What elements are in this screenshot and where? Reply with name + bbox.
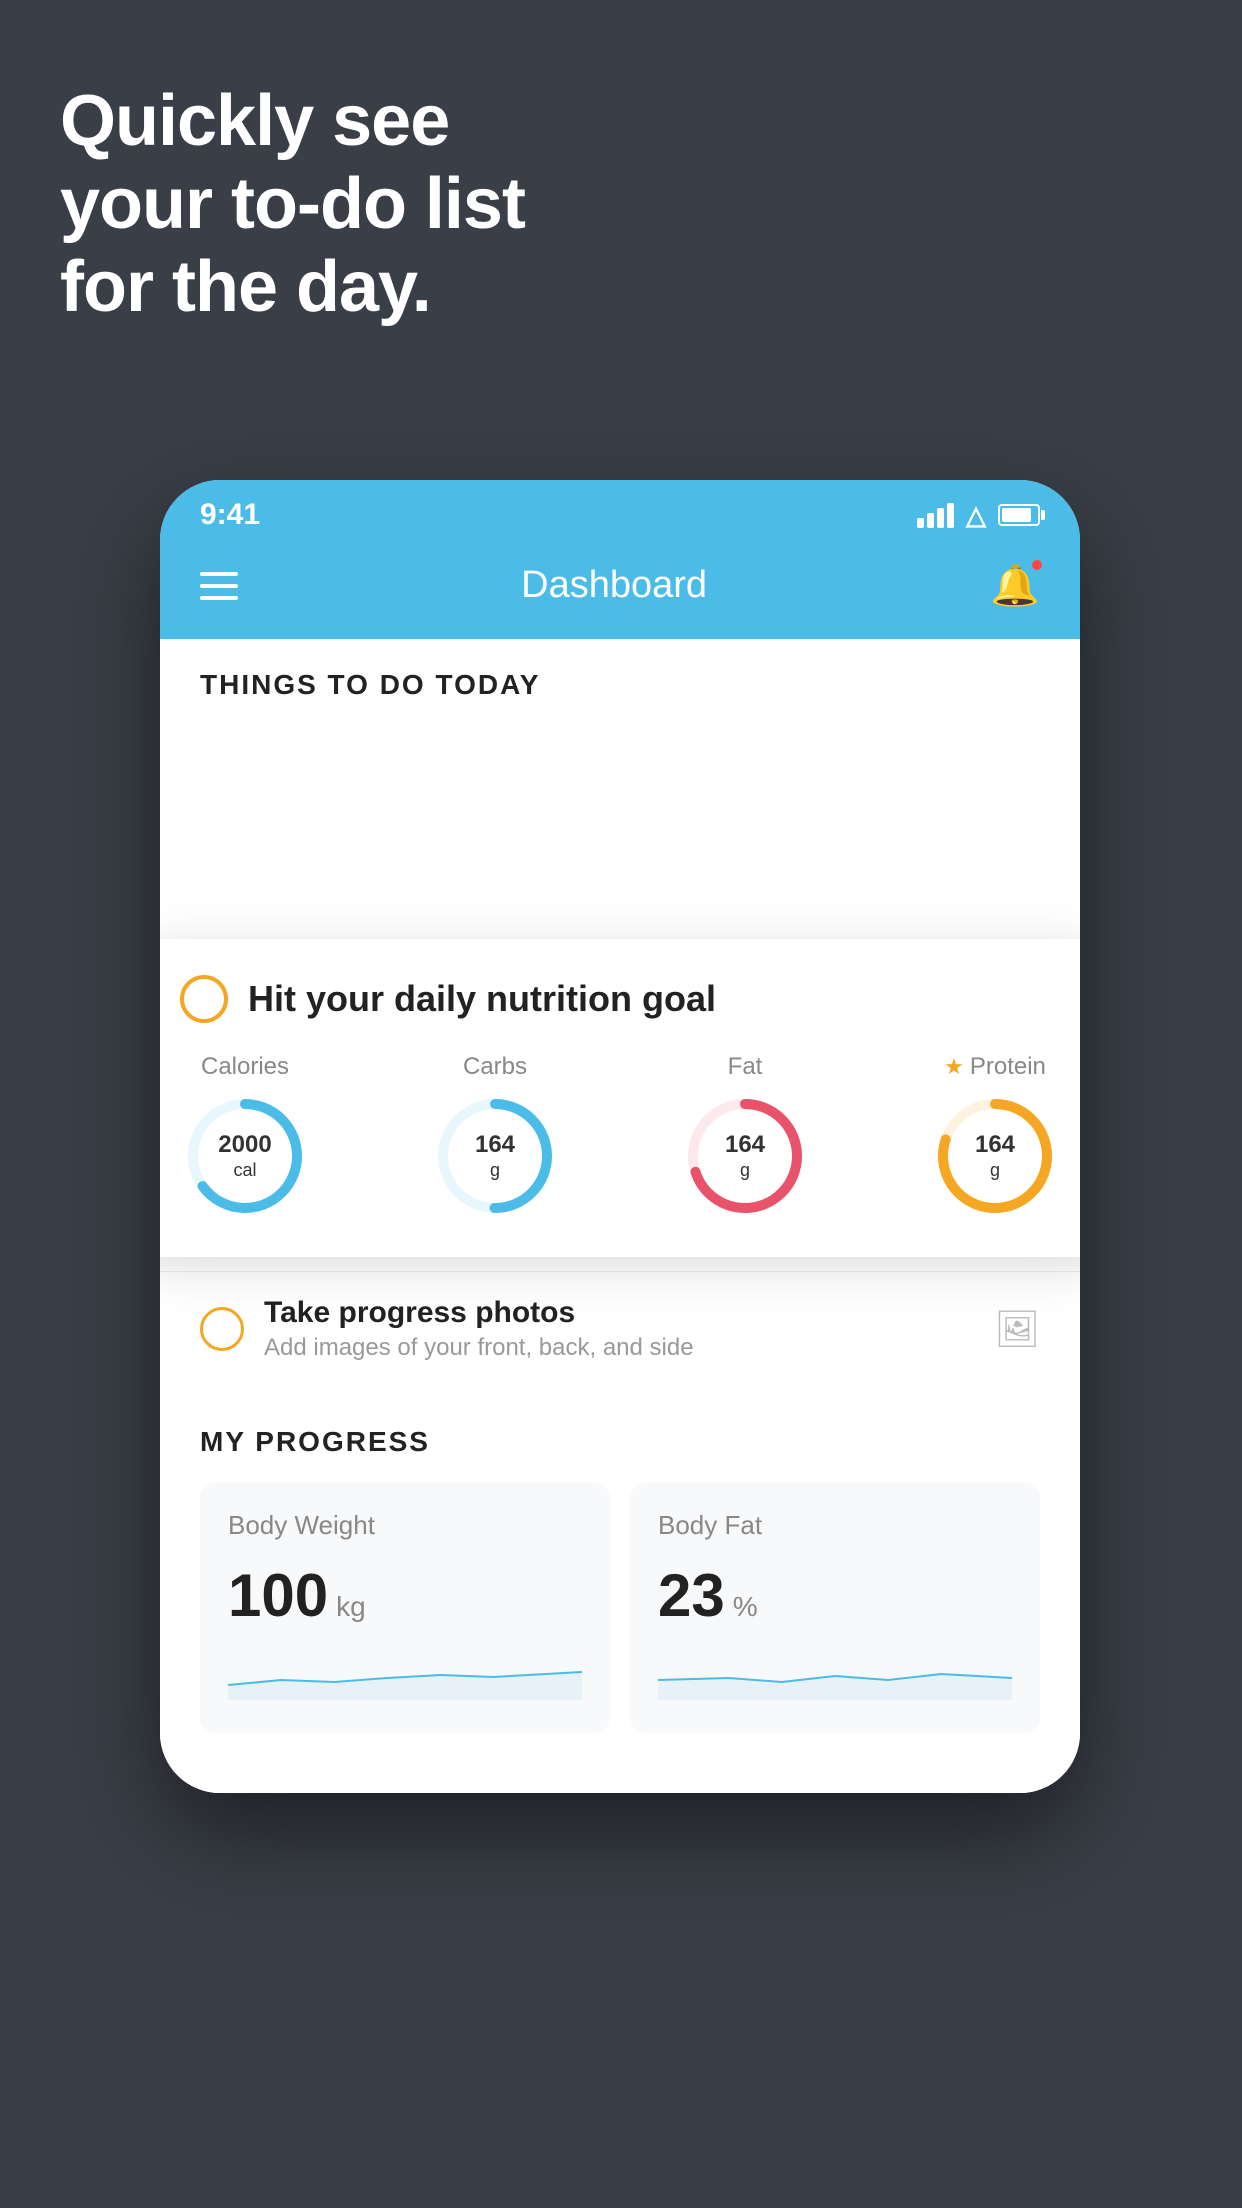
battery-icon bbox=[998, 504, 1040, 526]
nutrition-fat[interactable]: Fat 164 g bbox=[680, 1053, 810, 1221]
phone-mockup: 9:41 △ Dashboard 🔔 THINGS TO DO TODAY bbox=[160, 480, 1080, 1793]
nutrition-carbs[interactable]: Carbs 164 g bbox=[430, 1053, 560, 1221]
star-icon: ★ bbox=[944, 1054, 964, 1080]
body-fat-number: 23 bbox=[658, 1561, 725, 1630]
photos-subtitle: Add images of your front, back, and side bbox=[264, 1334, 974, 1362]
carbs-label: Carbs bbox=[463, 1053, 527, 1081]
bottom-pad bbox=[160, 1733, 1080, 1793]
hero-text: Quickly see your to-do list for the day. bbox=[60, 80, 525, 328]
nutrition-grid: Calories 2000 cal bbox=[180, 1053, 1060, 1221]
person-icon: 🖼 bbox=[994, 1308, 1040, 1350]
time-display: 9:41 bbox=[200, 498, 260, 532]
notification-button[interactable]: 🔔 bbox=[990, 562, 1040, 609]
todo-list: Hit your daily nutrition goal Calories bbox=[160, 721, 1080, 1386]
todo-photos[interactable]: Take progress photos Add images of your … bbox=[160, 1271, 1080, 1386]
status-bar: 9:41 △ bbox=[160, 480, 1080, 542]
body-weight-label: Body Weight bbox=[228, 1510, 582, 1541]
card-header: Hit your daily nutrition goal bbox=[180, 975, 1060, 1023]
body-weight-number: 100 bbox=[228, 1561, 328, 1630]
app-header: Dashboard 🔔 bbox=[160, 542, 1080, 639]
calories-ring: 2000 cal bbox=[180, 1091, 310, 1221]
protein-ring: 164 g bbox=[930, 1091, 1060, 1221]
progress-section: MY PROGRESS Body Weight 100 kg B bbox=[160, 1386, 1080, 1733]
status-icons: △ bbox=[917, 500, 1040, 531]
protein-label: Protein bbox=[970, 1053, 1046, 1081]
fat-ring: 164 g bbox=[680, 1091, 810, 1221]
body-fat-unit: % bbox=[733, 1591, 758, 1623]
app-title: Dashboard bbox=[521, 564, 707, 607]
nutrition-card-title: Hit your daily nutrition goal bbox=[248, 978, 716, 1020]
body-weight-sparkline bbox=[228, 1650, 582, 1700]
things-today-label: THINGS TO DO TODAY bbox=[160, 639, 1080, 721]
protein-value: 164 g bbox=[975, 1131, 1015, 1181]
carbs-ring: 164 g bbox=[430, 1091, 560, 1221]
fat-label: Fat bbox=[728, 1053, 763, 1081]
photos-check[interactable] bbox=[200, 1307, 244, 1351]
nutrition-card: Hit your daily nutrition goal Calories bbox=[160, 939, 1080, 1257]
body-fat-card[interactable]: Body Fat 23 % bbox=[630, 1482, 1040, 1733]
body-weight-unit: kg bbox=[336, 1591, 366, 1623]
progress-title: MY PROGRESS bbox=[200, 1426, 1040, 1458]
progress-cards: Body Weight 100 kg Body Fat 23 % bbox=[200, 1482, 1040, 1733]
hero-line3: for the day. bbox=[60, 246, 525, 329]
body-weight-card[interactable]: Body Weight 100 kg bbox=[200, 1482, 610, 1733]
photos-title: Take progress photos bbox=[264, 1296, 974, 1330]
body-fat-sparkline bbox=[658, 1650, 1012, 1700]
calories-value: 2000 cal bbox=[218, 1131, 271, 1181]
calories-label: Calories bbox=[201, 1053, 289, 1081]
nutrition-calories[interactable]: Calories 2000 cal bbox=[180, 1053, 310, 1221]
body-fat-value: 23 % bbox=[658, 1561, 1012, 1630]
hero-line2: your to-do list bbox=[60, 163, 525, 246]
photos-text: Take progress photos Add images of your … bbox=[264, 1296, 974, 1362]
main-content: THINGS TO DO TODAY Hit your daily nutrit… bbox=[160, 639, 1080, 1793]
notification-dot bbox=[1030, 558, 1044, 572]
carbs-value: 164 g bbox=[475, 1131, 515, 1181]
nutrition-protein[interactable]: ★ Protein 164 g bbox=[930, 1053, 1060, 1221]
nutrition-check-circle[interactable] bbox=[180, 975, 228, 1023]
menu-button[interactable] bbox=[200, 572, 238, 600]
body-fat-label: Body Fat bbox=[658, 1510, 1012, 1541]
fat-value: 164 g bbox=[725, 1131, 765, 1181]
hero-line1: Quickly see bbox=[60, 80, 525, 163]
wifi-icon: △ bbox=[966, 500, 986, 531]
body-weight-value: 100 kg bbox=[228, 1561, 582, 1630]
signal-icon bbox=[917, 503, 954, 528]
